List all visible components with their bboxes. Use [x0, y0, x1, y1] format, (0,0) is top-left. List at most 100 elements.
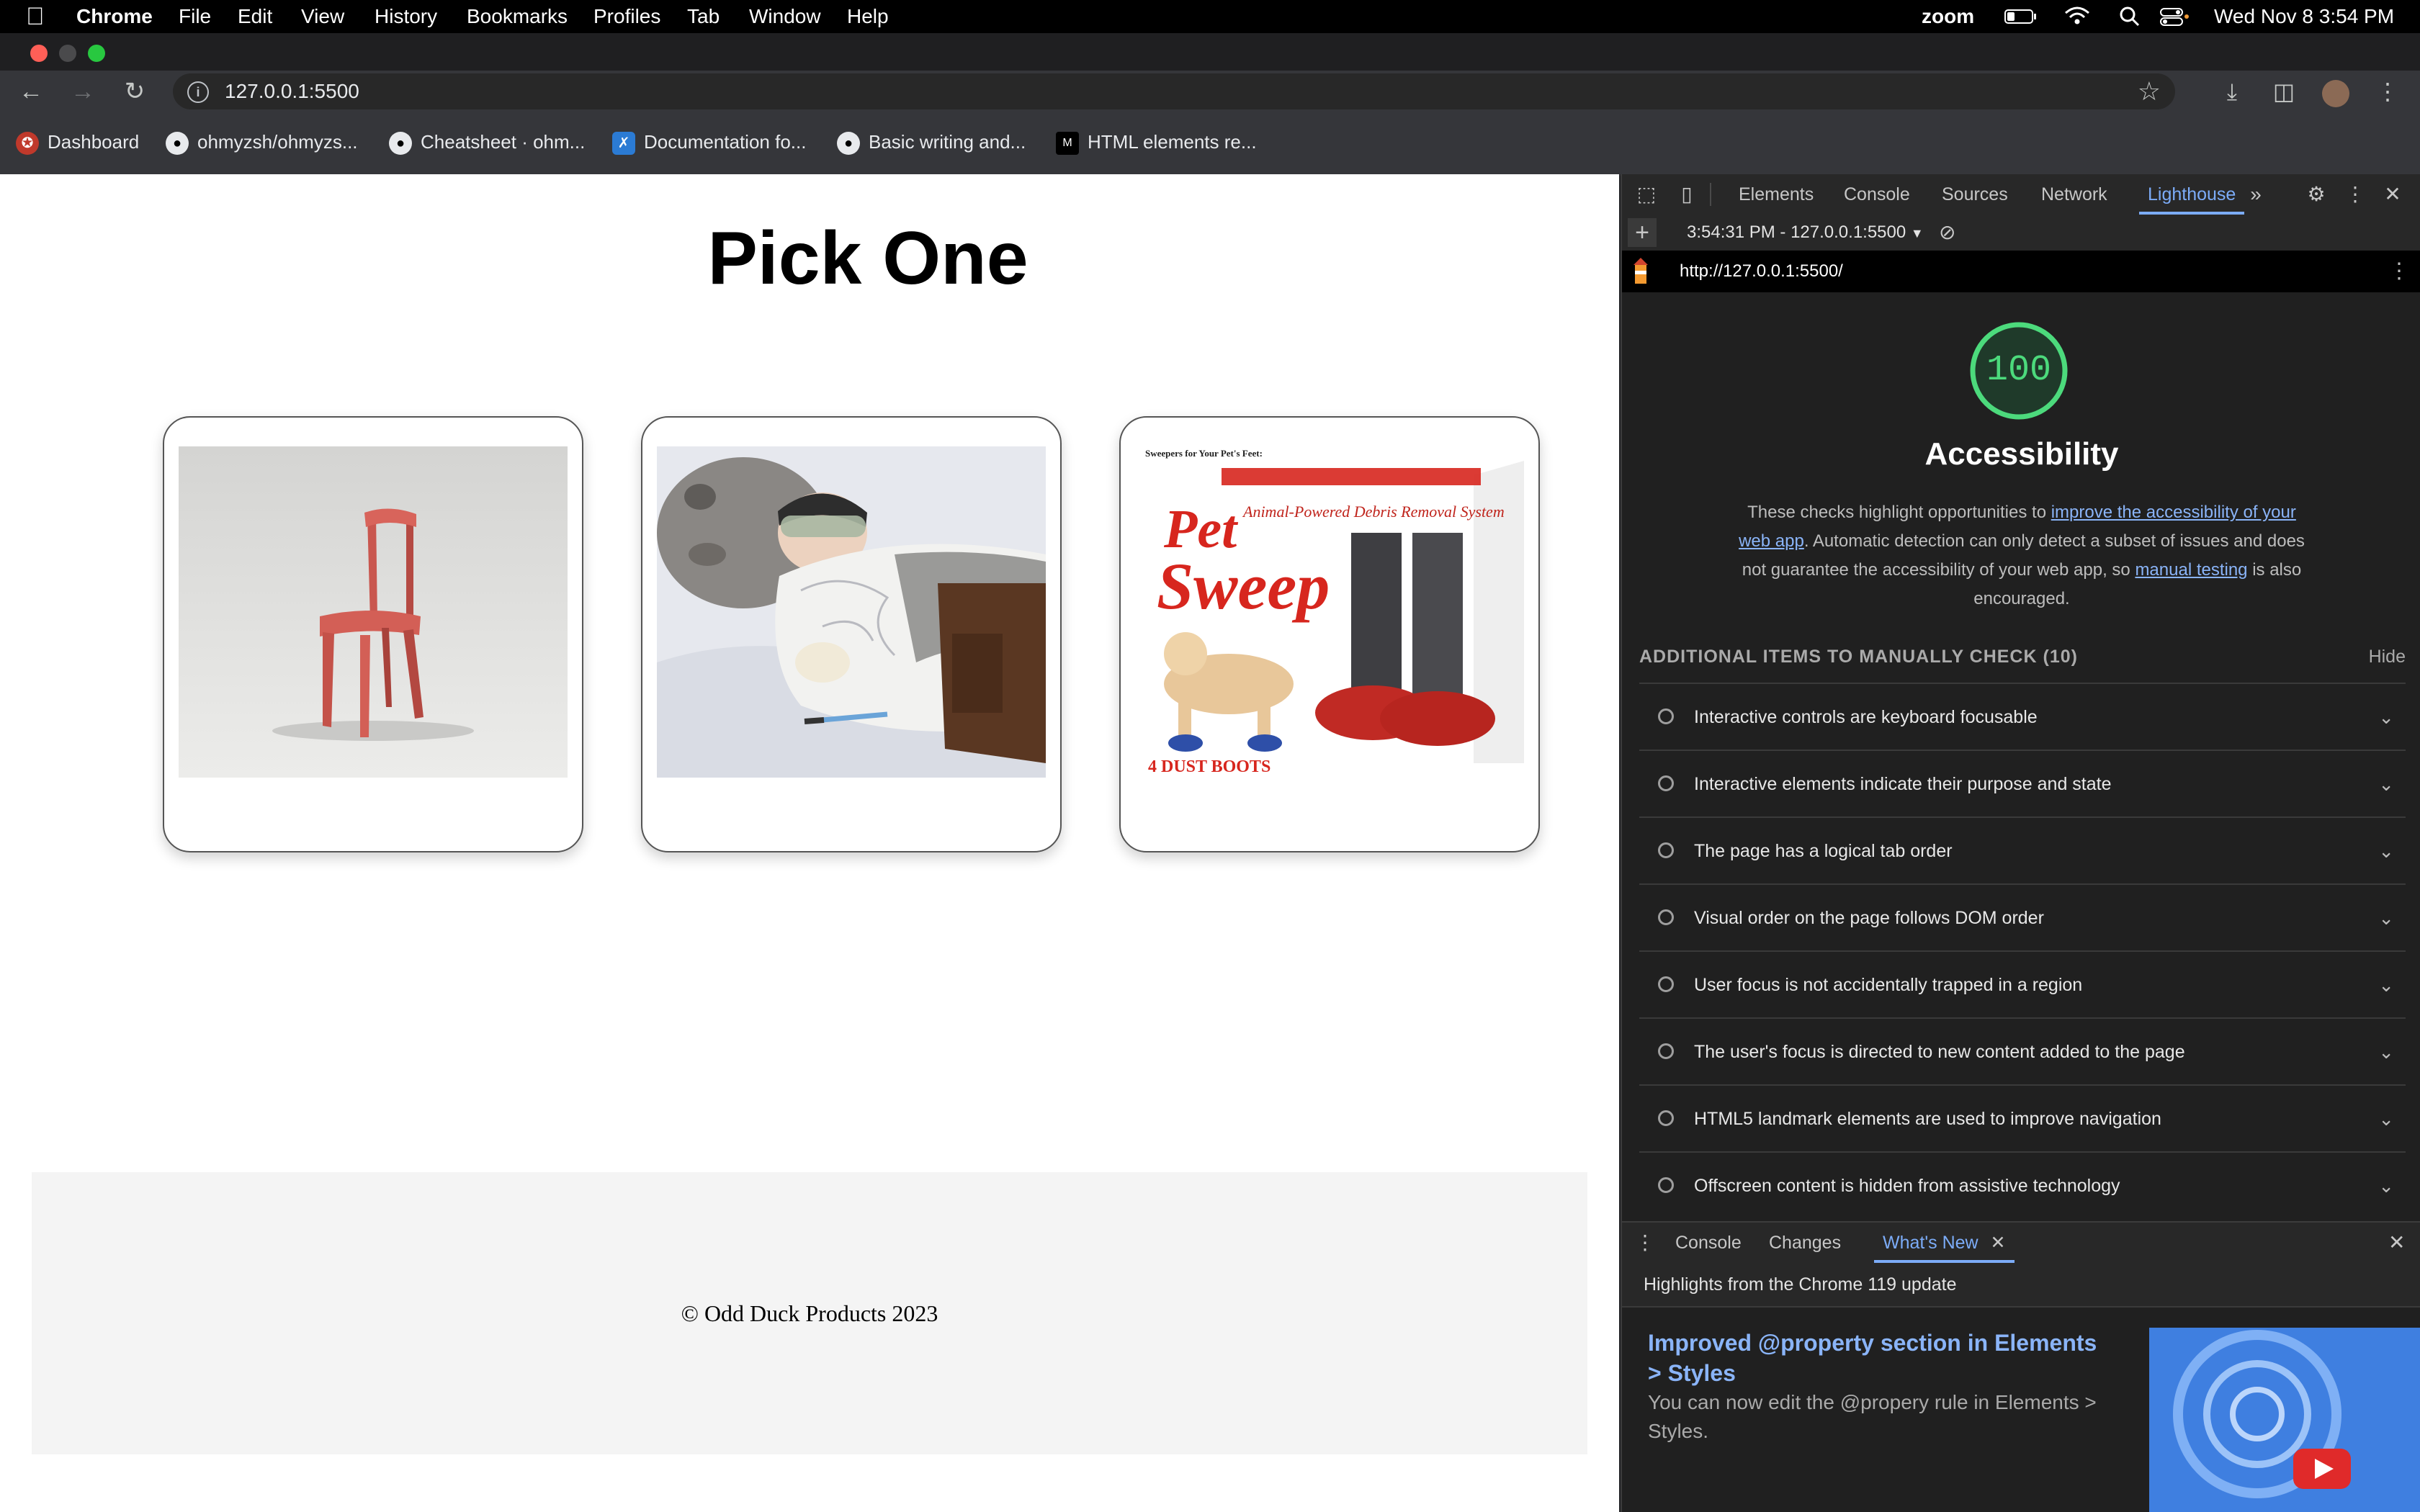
bookmark-cheatsheet[interactable]: ● Cheatsheet · ohm...	[389, 125, 585, 158]
menu-window[interactable]: Window	[749, 0, 821, 33]
devtools-menu-icon[interactable]: ⋮	[2341, 180, 2370, 209]
bookmark-basic-writing[interactable]: ● Basic writing and...	[837, 125, 1026, 158]
address-bar[interactable]: i 127.0.0.1:5500 ☆	[173, 73, 2175, 109]
chevron-down-icon: ⌄	[2378, 1041, 2394, 1063]
hide-manual-checks-button[interactable]: Hide	[2369, 647, 2406, 667]
inspect-element-icon[interactable]: ⬚	[1632, 180, 1661, 209]
audit-status-icon	[1658, 708, 1674, 724]
audit-item[interactable]: Interactive controls are keyboard focusa…	[1639, 683, 2406, 750]
device-toolbar-icon[interactable]: ▯	[1672, 180, 1701, 209]
close-window-button[interactable]	[30, 45, 48, 62]
clear-reports-icon[interactable]: ⊘	[1939, 215, 1955, 251]
zoom-status-icon[interactable]: zoom	[1922, 0, 1974, 33]
tab-console[interactable]: Console	[1844, 174, 1910, 215]
site-info-icon[interactable]: i	[187, 81, 209, 103]
pet-sweep-subtitle: Animal-Powered Debris Removal System	[1242, 503, 1505, 521]
audit-item[interactable]: HTML5 landmark elements are used to impr…	[1639, 1084, 2406, 1152]
chevron-down-icon: ⌄	[2378, 1175, 2394, 1197]
product-card-pet-sweep[interactable]: Sweepers for Your Pet's Feet: Pet Sweep …	[1119, 416, 1540, 852]
side-panel-icon[interactable]: ◫	[2267, 75, 2300, 108]
audit-label: The user's focus is directed to new cont…	[1694, 1042, 2185, 1062]
bookmark-star-icon[interactable]: ☆	[2138, 73, 2161, 109]
menu-view[interactable]: View	[301, 0, 344, 33]
menu-profiles[interactable]: Profiles	[593, 0, 660, 33]
macos-menu-bar:  Chrome File Edit View History Bookmark…	[0, 0, 2420, 33]
audit-label: Visual order on the page follows DOM ord…	[1694, 908, 2044, 928]
drawer-tab-changes[interactable]: Changes	[1769, 1223, 1841, 1263]
tab-sources[interactable]: Sources	[1942, 174, 2008, 215]
drawer-tab-console[interactable]: Console	[1675, 1223, 1742, 1263]
more-tabs-chevron-icon[interactable]: »	[2241, 180, 2270, 209]
menu-app-name[interactable]: Chrome	[76, 0, 153, 33]
chrome-menu-icon[interactable]: ⋮	[2371, 75, 2404, 108]
lighthouse-report-body: 100 Accessibility These checks highlight…	[1622, 292, 2420, 1221]
chevron-down-icon: ⌄	[2378, 1108, 2394, 1130]
audit-item[interactable]: The user's focus is directed to new cont…	[1639, 1017, 2406, 1085]
reload-icon[interactable]: ↻	[118, 75, 151, 108]
audit-item[interactable]: User focus is not accidentally trapped i…	[1639, 950, 2406, 1018]
bookmark-html-elements[interactable]: M HTML elements re...	[1056, 125, 1257, 158]
settings-gear-icon[interactable]: ⚙	[2302, 180, 2331, 209]
dashboard-icon: ✪	[16, 132, 39, 156]
report-url[interactable]: http://127.0.0.1:5500/	[1680, 251, 1843, 292]
forward-arrow-icon[interactable]: →	[66, 75, 99, 108]
score-value: 100	[1986, 350, 2051, 391]
menu-edit[interactable]: Edit	[238, 0, 272, 33]
chevron-down-icon: ⌄	[2378, 840, 2394, 862]
close-drawer-icon[interactable]: ✕	[2388, 1223, 2405, 1263]
audit-label: Interactive controls are keyboard focusa…	[1694, 707, 2038, 727]
drawer-tab-whats-new[interactable]: What's New ✕	[1874, 1223, 2015, 1263]
menu-history[interactable]: History	[375, 0, 437, 33]
category-title: Accessibility	[1924, 436, 2119, 472]
github-icon: ●	[389, 132, 412, 156]
menu-bookmarks[interactable]: Bookmarks	[467, 0, 568, 33]
menu-clock[interactable]: Wed Nov 8 3:54 PM	[2214, 0, 2394, 33]
close-tab-icon[interactable]: ✕	[1991, 1233, 2006, 1253]
product-image-pet-sweep[interactable]: Sweepers for Your Pet's Feet: Pet Sweep …	[1135, 446, 1524, 778]
download-icon[interactable]: ⤓	[2215, 75, 2249, 108]
whats-new-heading: Highlights from the Chrome 119 update	[1644, 1274, 1957, 1295]
feature-title-link[interactable]: Improved @property section in Elements >…	[1648, 1328, 2109, 1388]
menu-file[interactable]: File	[179, 0, 211, 33]
chevron-down-icon: ⌄	[2378, 974, 2394, 996]
drawer-menu-icon[interactable]: ⋮	[1635, 1223, 1655, 1263]
profile-avatar[interactable]	[2319, 75, 2352, 108]
minimize-window-button[interactable]	[59, 45, 76, 62]
address-url[interactable]: 127.0.0.1:5500	[225, 73, 359, 109]
close-devtools-icon[interactable]: ✕	[2378, 180, 2407, 209]
apple-icon[interactable]: 	[26, 0, 45, 33]
zoom-window-button[interactable]	[88, 45, 105, 62]
manual-testing-link[interactable]: manual testing	[2135, 560, 2247, 580]
page-title: Pick One	[707, 217, 1028, 300]
audit-item[interactable]: Offscreen content is hidden from assisti…	[1639, 1151, 2406, 1219]
devtools-panel: ⬚ ▯ Elements Console Sources Network Lig…	[1621, 174, 2420, 1512]
tab-lighthouse[interactable]: Lighthouse	[2139, 174, 2245, 215]
devtools-tab-bar: ⬚ ▯ Elements Console Sources Network Lig…	[1622, 174, 2420, 216]
audit-status-icon	[1658, 909, 1674, 925]
report-selector[interactable]: 3:54:31 PM - 127.0.0.1:5500 ▼	[1687, 215, 1924, 251]
audit-item[interactable]: Interactive elements indicate their purp…	[1639, 750, 2406, 817]
product-card-chair[interactable]	[163, 416, 583, 852]
menu-tab[interactable]: Tab	[687, 0, 720, 33]
back-arrow-icon[interactable]: ←	[14, 75, 48, 108]
bookmark-dashboard[interactable]: ✪ Dashboard	[16, 125, 139, 158]
github-icon: ●	[166, 132, 189, 156]
desc-text: These checks highlight opportunities to	[1747, 503, 2051, 522]
product-image-tauntaun[interactable]	[657, 446, 1046, 778]
category-description: These checks highlight opportunities to …	[1730, 498, 2313, 613]
product-card-tauntaun[interactable]	[641, 416, 1062, 852]
bookmark-documentation[interactable]: ✗ Documentation fo...	[612, 125, 806, 158]
product-image-chair[interactable]	[179, 446, 568, 778]
new-report-plus-icon[interactable]: +	[1628, 218, 1657, 247]
bookmark-ohmyzsh[interactable]: ● ohmyzsh/ohmyzs...	[166, 125, 358, 158]
audit-label: Interactive elements indicate their purp…	[1694, 774, 2112, 794]
report-menu-icon[interactable]: ⋮	[2388, 251, 2410, 292]
feature-video-thumbnail[interactable]	[2149, 1328, 2420, 1512]
window-titlebar	[0, 33, 2420, 73]
audit-item[interactable]: Visual order on the page follows DOM ord…	[1639, 883, 2406, 951]
tab-elements[interactable]: Elements	[1739, 174, 1814, 215]
menu-help[interactable]: Help	[847, 0, 889, 33]
pet-sweep-tagline: Sweepers for Your Pet's Feet:	[1145, 448, 1263, 459]
tab-network[interactable]: Network	[2041, 174, 2107, 215]
audit-item[interactable]: The page has a logical tab order ⌄	[1639, 816, 2406, 884]
